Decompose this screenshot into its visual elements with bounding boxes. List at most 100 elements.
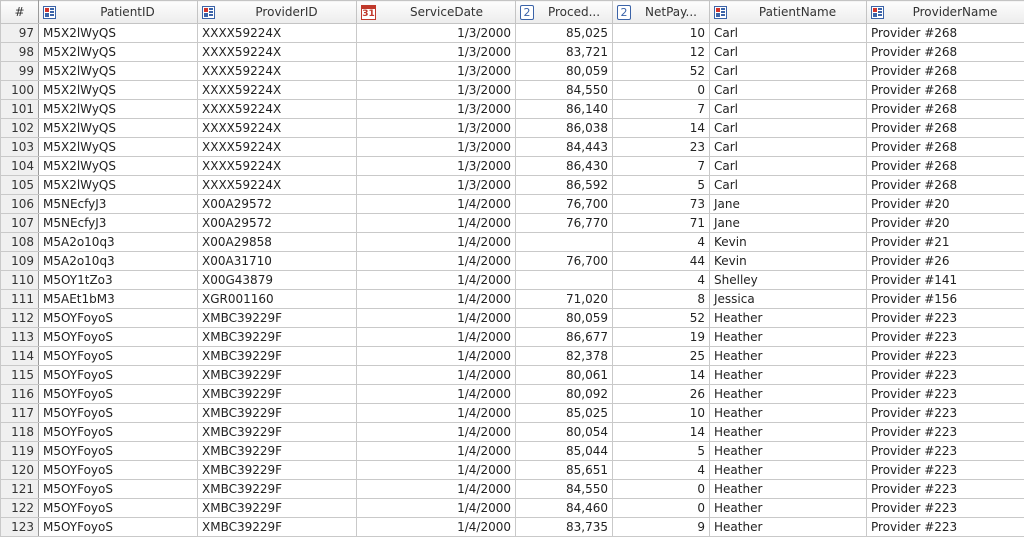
table-row[interactable]: 99M5X2lWyQSXXXX59224X1/3/200080,05952Car…: [1, 62, 1024, 81]
cell-net-pay[interactable]: 9: [613, 518, 710, 537]
cell-service-date[interactable]: 1/4/2000: [357, 461, 516, 480]
cell-patient-id[interactable]: M5OYFoyoS: [39, 385, 198, 404]
table-row[interactable]: 104M5X2lWyQSXXXX59224X1/3/200086,4307Car…: [1, 157, 1024, 176]
cell-patient-id[interactable]: M5NEcfyJ3: [39, 195, 198, 214]
cell-service-date[interactable]: 1/3/2000: [357, 81, 516, 100]
table-row[interactable]: 115M5OYFoyoSXMBC39229F1/4/200080,06114He…: [1, 366, 1024, 385]
table-row[interactable]: 103M5X2lWyQSXXXX59224X1/3/200084,44323Ca…: [1, 138, 1024, 157]
cell-provider-name[interactable]: Provider #223: [867, 404, 1024, 423]
cell-service-date[interactable]: 1/4/2000: [357, 366, 516, 385]
cell-patient-id[interactable]: M5OYFoyoS: [39, 518, 198, 537]
cell-patient-name[interactable]: Kevin: [710, 233, 867, 252]
cell-proced[interactable]: 80,059: [516, 62, 613, 81]
cell-proced[interactable]: 82,378: [516, 347, 613, 366]
cell-patient-name[interactable]: Heather: [710, 461, 867, 480]
table-row[interactable]: 114M5OYFoyoSXMBC39229F1/4/200082,37825He…: [1, 347, 1024, 366]
cell-proced[interactable]: 80,059: [516, 309, 613, 328]
table-row[interactable]: 113M5OYFoyoSXMBC39229F1/4/200086,67719He…: [1, 328, 1024, 347]
cell-provider-id[interactable]: XMBC39229F: [198, 480, 357, 499]
cell-proced[interactable]: 84,550: [516, 81, 613, 100]
cell-provider-id[interactable]: XMBC39229F: [198, 518, 357, 537]
cell-provider-name[interactable]: Provider #223: [867, 423, 1024, 442]
cell-net-pay[interactable]: 4: [613, 233, 710, 252]
cell-patient-id[interactable]: M5X2lWyQS: [39, 24, 198, 43]
cell-service-date[interactable]: 1/4/2000: [357, 328, 516, 347]
cell-patient-id[interactable]: M5X2lWyQS: [39, 100, 198, 119]
cell-patient-name[interactable]: Jane: [710, 214, 867, 233]
cell-patient-id[interactable]: M5OYFoyoS: [39, 366, 198, 385]
cell-provider-name[interactable]: Provider #223: [867, 366, 1024, 385]
cell-provider-name[interactable]: Provider #268: [867, 100, 1024, 119]
cell-provider-id[interactable]: X00A29572: [198, 195, 357, 214]
table-row[interactable]: 107M5NEcfyJ3X00A295721/4/200076,77071Jan…: [1, 214, 1024, 233]
table-row[interactable]: 101M5X2lWyQSXXXX59224X1/3/200086,1407Car…: [1, 100, 1024, 119]
cell-provider-id[interactable]: XMBC39229F: [198, 442, 357, 461]
cell-proced[interactable]: [516, 233, 613, 252]
cell-patient-id[interactable]: M5X2lWyQS: [39, 157, 198, 176]
cell-provider-id[interactable]: XMBC39229F: [198, 366, 357, 385]
cell-patient-id[interactable]: M5OYFoyoS: [39, 404, 198, 423]
cell-proced[interactable]: 80,061: [516, 366, 613, 385]
column-header-patient-name[interactable]: PatientName: [710, 1, 867, 24]
cell-provider-id[interactable]: XXXX59224X: [198, 138, 357, 157]
table-row[interactable]: 120M5OYFoyoSXMBC39229F1/4/200085,6514Hea…: [1, 461, 1024, 480]
cell-provider-id[interactable]: XMBC39229F: [198, 423, 357, 442]
cell-patient-name[interactable]: Carl: [710, 81, 867, 100]
cell-patient-name[interactable]: Jane: [710, 195, 867, 214]
table-row[interactable]: 105M5X2lWyQSXXXX59224X1/3/200086,5925Car…: [1, 176, 1024, 195]
cell-patient-name[interactable]: Heather: [710, 518, 867, 537]
cell-service-date[interactable]: 1/4/2000: [357, 442, 516, 461]
cell-net-pay[interactable]: 52: [613, 309, 710, 328]
cell-provider-name[interactable]: Provider #223: [867, 328, 1024, 347]
cell-service-date[interactable]: 1/4/2000: [357, 290, 516, 309]
cell-patient-name[interactable]: Carl: [710, 119, 867, 138]
column-header-patient-id[interactable]: PatientID: [39, 1, 198, 24]
cell-proced[interactable]: 83,721: [516, 43, 613, 62]
cell-service-date[interactable]: 1/4/2000: [357, 347, 516, 366]
cell-service-date[interactable]: 1/3/2000: [357, 24, 516, 43]
cell-patient-id[interactable]: M5X2lWyQS: [39, 81, 198, 100]
cell-provider-id[interactable]: X00G43879: [198, 271, 357, 290]
cell-patient-id[interactable]: M5OYFoyoS: [39, 499, 198, 518]
cell-service-date[interactable]: 1/4/2000: [357, 309, 516, 328]
table-row[interactable]: 102M5X2lWyQSXXXX59224X1/3/200086,03814Ca…: [1, 119, 1024, 138]
cell-net-pay[interactable]: 14: [613, 119, 710, 138]
cell-proced[interactable]: 80,054: [516, 423, 613, 442]
cell-patient-name[interactable]: Heather: [710, 423, 867, 442]
cell-patient-id[interactable]: M5A2o10q3: [39, 252, 198, 271]
table-row[interactable]: 119M5OYFoyoSXMBC39229F1/4/200085,0445Hea…: [1, 442, 1024, 461]
table-row[interactable]: 98M5X2lWyQSXXXX59224X1/3/200083,72112Car…: [1, 43, 1024, 62]
cell-provider-name[interactable]: Provider #20: [867, 214, 1024, 233]
table-row[interactable]: 97M5X2lWyQSXXXX59224X1/3/200085,02510Car…: [1, 24, 1024, 43]
cell-proced[interactable]: 76,700: [516, 195, 613, 214]
cell-net-pay[interactable]: 5: [613, 442, 710, 461]
cell-net-pay[interactable]: 0: [613, 499, 710, 518]
cell-proced[interactable]: 76,700: [516, 252, 613, 271]
cell-provider-id[interactable]: XXXX59224X: [198, 157, 357, 176]
cell-service-date[interactable]: 1/4/2000: [357, 195, 516, 214]
cell-provider-id[interactable]: XMBC39229F: [198, 347, 357, 366]
table-row[interactable]: 100M5X2lWyQSXXXX59224X1/3/200084,5500Car…: [1, 81, 1024, 100]
cell-provider-name[interactable]: Provider #141: [867, 271, 1024, 290]
cell-proced[interactable]: 84,443: [516, 138, 613, 157]
cell-patient-id[interactable]: M5OYFoyoS: [39, 442, 198, 461]
cell-net-pay[interactable]: 0: [613, 480, 710, 499]
cell-patient-name[interactable]: Kevin: [710, 252, 867, 271]
table-row[interactable]: 117M5OYFoyoSXMBC39229F1/4/200085,02510He…: [1, 404, 1024, 423]
cell-service-date[interactable]: 1/3/2000: [357, 100, 516, 119]
cell-proced[interactable]: 86,592: [516, 176, 613, 195]
cell-net-pay[interactable]: 8: [613, 290, 710, 309]
cell-net-pay[interactable]: 19: [613, 328, 710, 347]
cell-provider-name[interactable]: Provider #223: [867, 309, 1024, 328]
cell-provider-id[interactable]: X00A29572: [198, 214, 357, 233]
table-row[interactable]: 121M5OYFoyoSXMBC39229F1/4/200084,5500Hea…: [1, 480, 1024, 499]
cell-patient-id[interactable]: M5X2lWyQS: [39, 43, 198, 62]
cell-proced[interactable]: 86,140: [516, 100, 613, 119]
cell-patient-name[interactable]: Carl: [710, 62, 867, 81]
cell-proced[interactable]: 80,092: [516, 385, 613, 404]
cell-provider-id[interactable]: XXXX59224X: [198, 81, 357, 100]
cell-provider-id[interactable]: XMBC39229F: [198, 404, 357, 423]
cell-proced[interactable]: 85,651: [516, 461, 613, 480]
cell-patient-name[interactable]: Carl: [710, 157, 867, 176]
cell-service-date[interactable]: 1/4/2000: [357, 271, 516, 290]
